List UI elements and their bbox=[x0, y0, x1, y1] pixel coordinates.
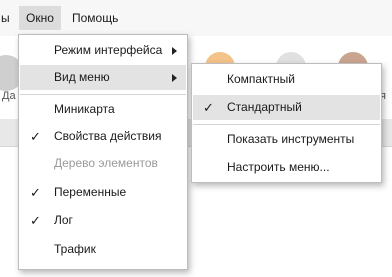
menu-item-action-properties[interactable]: ✓ Свойства действия bbox=[20, 124, 186, 149]
menu-item-label: Настроить меню... bbox=[227, 160, 330, 174]
menu-item-label: Режим интерфейса bbox=[54, 43, 163, 57]
menu-item-label: Свойства действия bbox=[54, 129, 162, 143]
menu-item-traffic[interactable]: Трафик bbox=[20, 237, 186, 262]
menu-item-label: Переменные bbox=[54, 185, 127, 199]
menu-separator bbox=[193, 124, 380, 125]
menu-item-label: Трафик bbox=[54, 242, 96, 256]
menu-separator bbox=[20, 94, 186, 95]
menu-item-label: Компактный bbox=[227, 72, 295, 86]
menu-item-label: Стандартный bbox=[227, 100, 302, 114]
menu-item-label: Миникарта bbox=[54, 102, 115, 116]
submenu-arrow-icon bbox=[172, 74, 177, 82]
menu-item-element-tree: Дерево элементов bbox=[20, 151, 186, 176]
checkmark-icon: ✓ bbox=[30, 129, 41, 144]
menu-view-submenu: Компактный ✓ Стандартный Показать инстру… bbox=[191, 63, 382, 183]
menu-item-label: Лог bbox=[54, 213, 73, 227]
toolbar-left-label: Да bbox=[2, 90, 16, 102]
checkmark-icon: ✓ bbox=[30, 213, 41, 228]
submenu-item-customize-menu[interactable]: Настроить меню... bbox=[193, 155, 380, 180]
menubar-item-help[interactable]: Помощь bbox=[65, 6, 125, 30]
window-menu: Режим интерфейса Вид меню Миникарта ✓ Св… bbox=[18, 34, 188, 270]
menu-item-minimap[interactable]: Миникарта bbox=[20, 97, 186, 122]
menu-item-log[interactable]: ✓ Лог bbox=[20, 208, 186, 233]
menu-item-menu-view[interactable]: Вид меню bbox=[20, 65, 186, 90]
menubar: ы Окно Помощь bbox=[0, 0, 392, 36]
menu-item-variables[interactable]: ✓ Переменные bbox=[20, 180, 186, 205]
menu-item-label: Дерево элементов bbox=[54, 156, 158, 170]
checkmark-icon: ✓ bbox=[203, 100, 214, 115]
submenu-item-show-tools[interactable]: Показать инструменты bbox=[193, 127, 380, 152]
menu-item-interface-mode[interactable]: Режим интерфейса bbox=[20, 38, 186, 63]
menu-item-label: Показать инструменты bbox=[227, 132, 355, 146]
submenu-item-standard[interactable]: ✓ Стандартный bbox=[193, 95, 380, 120]
submenu-item-compact[interactable]: Компактный bbox=[193, 67, 380, 92]
menubar-item-partial[interactable]: ы bbox=[0, 6, 17, 30]
submenu-arrow-icon bbox=[172, 47, 177, 55]
menu-item-label: Вид меню bbox=[54, 70, 110, 84]
checkmark-icon: ✓ bbox=[30, 185, 41, 200]
menubar-item-window[interactable]: Окно bbox=[19, 6, 61, 30]
